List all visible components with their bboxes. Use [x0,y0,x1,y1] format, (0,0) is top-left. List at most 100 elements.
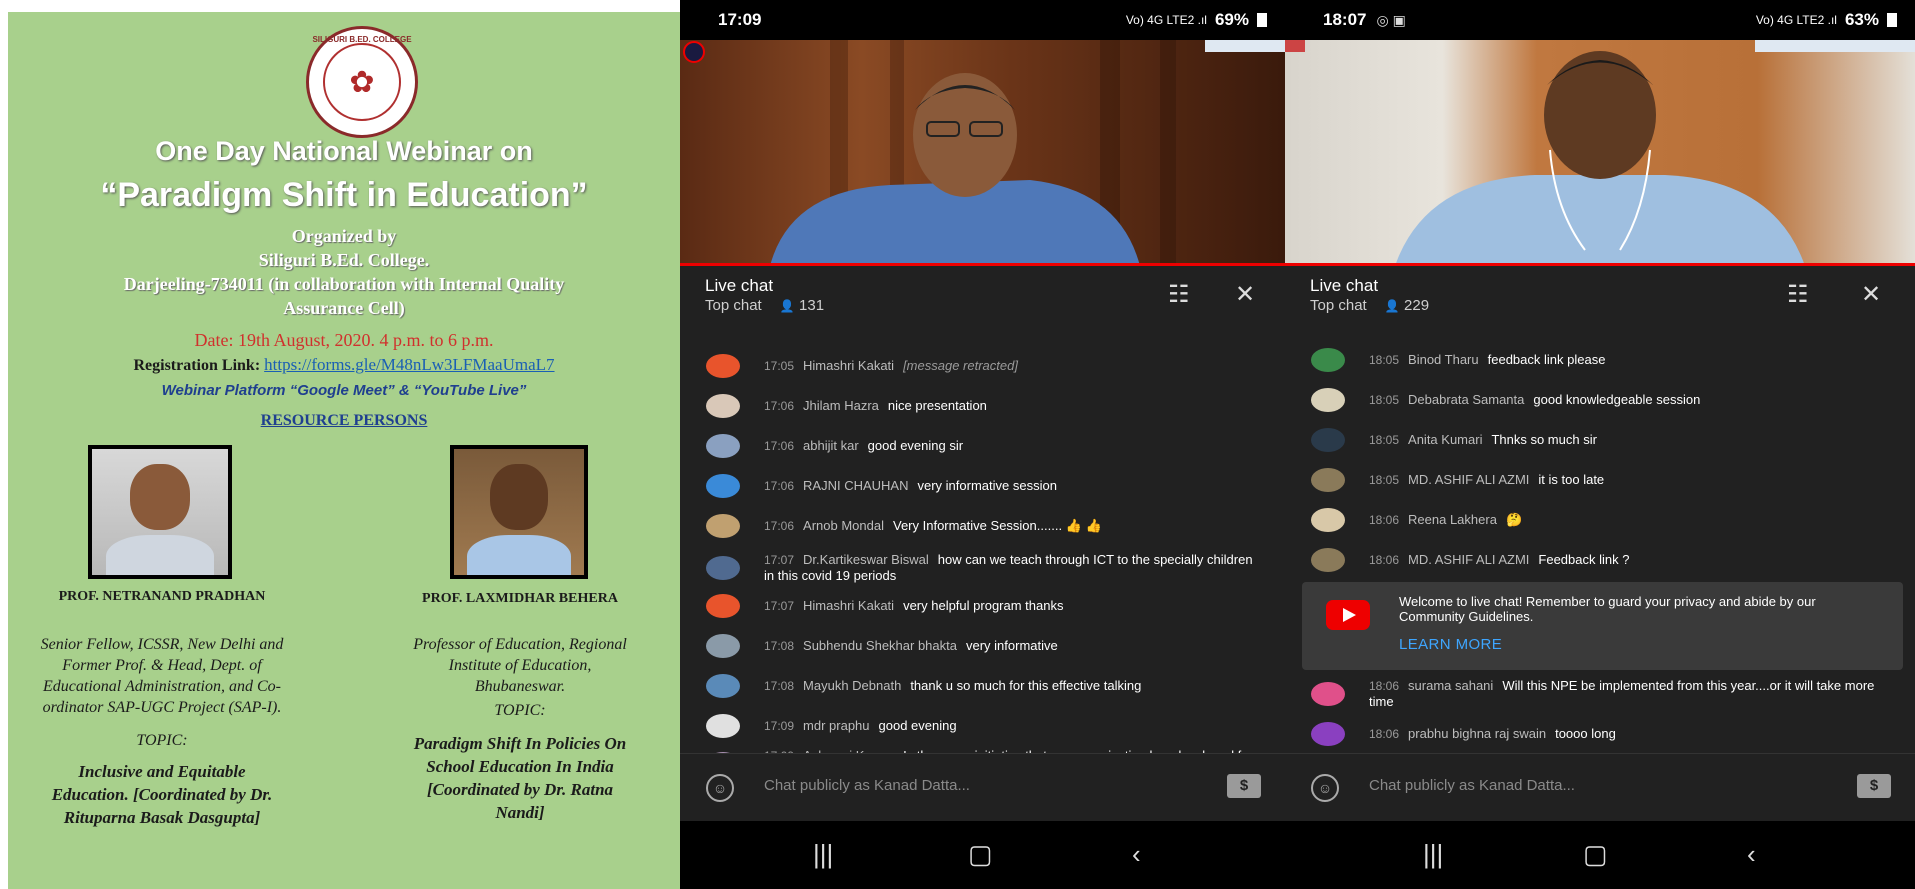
super-chat-icon[interactable]: $ [1227,774,1261,798]
avatar[interactable] [706,474,740,498]
message-author[interactable]: Binod Tharu [1408,352,1479,367]
message-author[interactable]: Himashri Kakati [803,598,894,613]
speaker1-topic-label: TOPIC: [136,732,188,749]
message-time: 17:06 [764,439,795,453]
avatar[interactable] [706,714,740,738]
message-time: 18:05 [1369,433,1400,447]
avatar[interactable] [1311,548,1345,572]
chat-message-text: 18:05 MD. ASHIF ALI AZMI it is too late [1369,472,1885,488]
message-body: thank u so much for this effective talki… [910,678,1142,693]
emoji-icon[interactable]: ☺ [706,774,734,802]
super-chat-icon[interactable]: $ [1857,774,1891,798]
message-author[interactable]: surama sahani [1408,678,1493,693]
status-right: Vo) 4G LTE2 .ıl 69% [1126,10,1267,30]
video-player[interactable] [1285,40,1915,266]
message-author[interactable]: Subhendu Shekhar bhakta [803,638,957,653]
speaker2-topic-line: School Education In India [426,757,614,776]
speaker2-photo [450,445,588,579]
avatar[interactable] [706,394,740,418]
speaker2-desc-line: Professor of Education, Regional [413,636,627,653]
battery-percent: 69% [1214,10,1249,29]
avatar[interactable] [706,354,740,378]
avatar[interactable] [1311,722,1345,746]
message-author[interactable]: Dr.Kartikeswar Biswal [803,552,929,567]
viewer-count: 229 [1404,297,1430,314]
speaker2-topic-line: Nandi] [495,803,545,822]
chat-header: Live chat Top chat 👤 229 ☷ ✕ [1285,266,1915,322]
signal-icon: Vo) 4G LTE2 .ıl [1125,13,1207,27]
viewers-icon: 👤 [779,299,795,313]
message-author[interactable]: mdr praphu [803,718,869,733]
registration-link[interactable]: https://forms.gle/M48nLw3LFMaaUmaL7 [264,355,554,374]
emoji-icon[interactable]: ☺ [1311,774,1339,802]
status-bar: 18:07 ◎ ▣ Vo) 4G LTE2 .ıl 63% [1285,0,1915,40]
speaker1-desc-line: ordinator SAP-UGC Project (SAP-I). [42,699,282,716]
message-time: 18:06 [1369,513,1400,527]
message-author[interactable]: Jhilam Hazra [803,398,879,413]
home-icon[interactable]: ▢ [968,839,993,870]
message-author[interactable]: Mayukh Debnath [803,678,901,693]
avatar[interactable] [706,674,740,698]
chat-message-text: 17:07 Himashri Kakati very helpful program… [764,598,1255,614]
chat-message-text: 18:06 MD. ASHIF ALI AZMI Feedback link ? [1369,552,1885,568]
battery-percent: 63% [1844,10,1879,29]
message-body: good evening [878,718,957,733]
message-body: Thnks so much sir [1491,432,1597,447]
chat-message-text: 17:05 Himashri Kakati [message retracted] [764,358,1255,374]
message-author[interactable]: Debabrata Samanta [1408,392,1524,407]
close-icon[interactable]: ✕ [1861,280,1881,309]
status-right: Vo) 4G LTE2 .ıl 63% [1756,10,1897,30]
avatar[interactable] [1311,682,1345,706]
back-icon[interactable]: ‹ [1132,839,1141,870]
chat-mode[interactable]: Top chat [705,297,762,314]
avatar[interactable] [706,634,740,658]
avatar[interactable] [706,514,740,538]
avatar[interactable] [1311,348,1345,372]
chat-input[interactable]: Chat publicly as Kanad Datta... [764,777,970,794]
message-author[interactable]: abhijit kar [803,438,859,453]
learn-more-link[interactable]: LEARN MORE [1399,636,1502,653]
message-author[interactable]: Himashri Kakati [803,358,894,373]
message-body: good evening sir [867,438,964,453]
message-author[interactable]: RAJNI CHAUHAN [803,478,908,493]
avatar[interactable] [706,556,740,580]
avatar[interactable] [1311,388,1345,412]
video-player[interactable] [680,40,1285,266]
avatar[interactable] [1311,508,1345,532]
chat-message-text: 17:06 RAJNI CHAUHAN very informative sessi… [764,478,1255,494]
filter-icon[interactable]: ☷ [1168,280,1190,309]
logo-emblem-icon: ✿ [323,43,401,121]
chat-message-text: 18:05 Binod Tharu feedback link please [1369,352,1885,368]
message-time: 17:07 [764,553,795,567]
speaker-video-frame [683,40,1285,266]
recent-apps-icon[interactable]: ||| [813,839,833,870]
chat-mode[interactable]: Top chat [1310,297,1367,314]
webinar-platform: Webinar Platform “Google Meet” & “YouTub… [161,382,527,399]
chat-input[interactable]: Chat publicly as Kanad Datta... [1369,777,1575,794]
chat-message-list[interactable]: 17:05 Himashri Kakati [message retracted] 1… [680,322,1285,779]
avatar[interactable] [1311,468,1345,492]
chat-message-text: 18:05 Anita Kumari Thnks so much sir [1369,432,1885,448]
message-author[interactable]: Arnob Mondal [803,518,884,533]
chat-message-text: 17:09 mdr praphu good evening [764,718,1255,734]
filter-icon[interactable]: ☷ [1787,280,1809,309]
close-icon[interactable]: ✕ [1235,280,1255,309]
message-author[interactable]: MD. ASHIF ALI AZMI [1408,552,1529,567]
chat-message-list[interactable]: Welcome to live chat! Remember to guard … [1285,322,1915,786]
message-body: it is too late [1538,472,1605,487]
message-body: very informative session [917,478,1057,493]
avatar[interactable] [706,434,740,458]
back-icon[interactable]: ‹ [1747,839,1756,870]
message-author[interactable]: prabhu bighna raj swain [1408,726,1546,741]
chat-mode-selector[interactable]: Top chat 👤 229 [1310,297,1429,314]
avatar[interactable] [706,594,740,618]
chat-mode-selector[interactable]: Top chat 👤 131 [705,297,824,314]
home-icon[interactable]: ▢ [1583,839,1608,870]
message-body: feedback link please [1487,352,1606,367]
message-author[interactable]: Reena Lakhera [1408,512,1497,527]
avatar[interactable] [1311,428,1345,452]
message-author[interactable]: MD. ASHIF ALI AZMI [1408,472,1529,487]
message-time: 17:08 [764,639,795,653]
recent-apps-icon[interactable]: ||| [1423,839,1443,870]
message-author[interactable]: Anita Kumari [1408,432,1482,447]
